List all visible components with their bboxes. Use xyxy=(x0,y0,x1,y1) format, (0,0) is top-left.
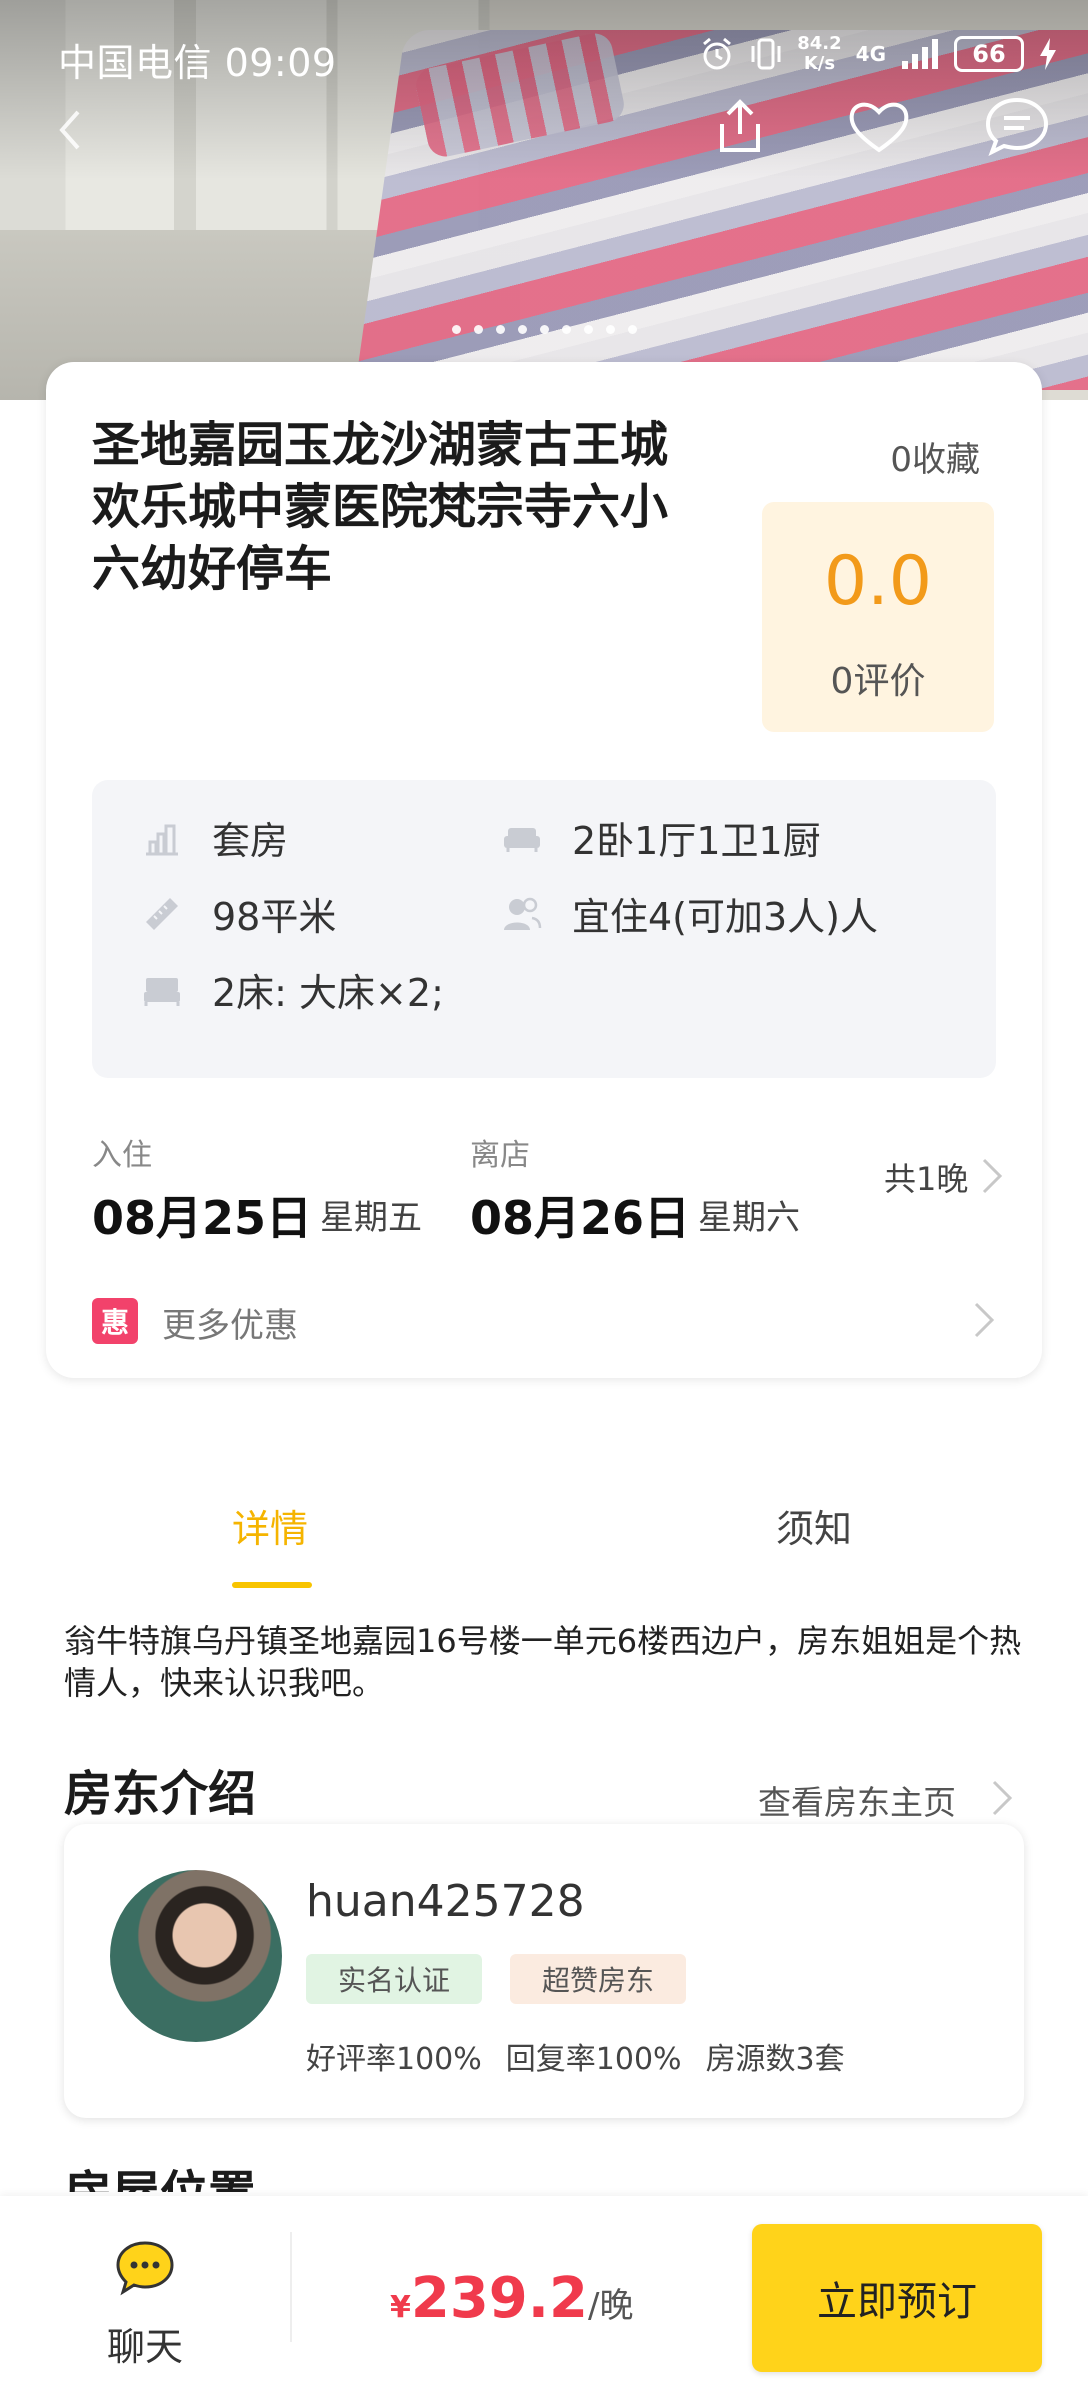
info-beds-text: 2床: 大床×2; xyxy=(212,971,444,1015)
people-icon xyxy=(504,897,542,930)
checkout-weekday: 星期六 xyxy=(698,1198,800,1238)
signal-icon xyxy=(902,39,938,69)
vibrate-icon xyxy=(751,38,781,70)
pagination-dot xyxy=(561,325,571,334)
chat-label: 聊天 xyxy=(106,2325,183,2369)
pagination-dot xyxy=(473,325,483,334)
chat-bubble-icon xyxy=(116,2241,174,2296)
good-rate: 好评率100% xyxy=(306,2042,482,2077)
listing-count: 房源数3套 xyxy=(705,2042,845,2077)
room-info-box: 套房 2卧1厅1卫1厨 98平米 宜住4(可加3人)人 2床: 大床×2; xyxy=(92,780,996,1078)
message-icon[interactable] xyxy=(984,96,1050,156)
chevron-right-icon[interactable] xyxy=(990,1778,1014,1818)
checkout-label: 离店 xyxy=(470,1138,530,1173)
bar-divider xyxy=(290,2232,292,2342)
view-host-page-link[interactable]: 查看房东主页 xyxy=(758,1776,956,1824)
building-icon xyxy=(146,824,178,855)
info-beds: 2床: 大床×2; xyxy=(142,962,444,1017)
info-area-text: 98平米 xyxy=(212,895,337,939)
info-rooms-text: 2卧1厅1卫1厨 xyxy=(572,819,821,863)
active-tab-indicator xyxy=(232,1582,312,1588)
gallery-pagination-dots xyxy=(0,325,1088,334)
pagination-dot xyxy=(451,325,461,334)
host-stats: 好评率100% 回复率100% 房源数3套 xyxy=(306,2034,845,2078)
ruler-icon xyxy=(146,897,178,930)
bottom-action-bar: 聊天 ¥ 239.2 /晚 立即预订 xyxy=(0,2196,1088,2400)
tab-details[interactable]: 详情 xyxy=(232,1498,308,1553)
pagination-dot xyxy=(539,325,549,334)
network-type: 4G xyxy=(855,42,886,66)
listing-title: 圣地嘉园玉龙沙湖蒙古王城欢乐城中蒙医院梵宗寺六小六幼好停车 xyxy=(92,417,669,597)
checkout-date[interactable]: 08月26日 xyxy=(470,1182,690,1248)
rating-box[interactable]: 0.0 0评价 xyxy=(762,502,994,732)
view-host-page-label: 查看房东主页 xyxy=(758,1783,956,1822)
info-capacity-text: 宜住4(可加3人)人 xyxy=(572,895,879,939)
back-arrow-icon[interactable] xyxy=(50,100,90,160)
checkin-label: 入住 xyxy=(92,1138,152,1173)
checkin-date[interactable]: 08月25日 xyxy=(92,1182,312,1248)
pagination-dot xyxy=(605,325,615,334)
status-icons: 84.2 K/s 4G 66 xyxy=(699,34,1058,74)
host-card[interactable]: huan425728 实名认证 超赞房东 好评率100% 回复率100% 房源数… xyxy=(64,1824,1024,2118)
rating-score: 0.0 xyxy=(823,542,933,621)
pagination-dot xyxy=(627,325,637,334)
charging-icon xyxy=(1040,38,1056,70)
favorites-count: 0收藏 xyxy=(890,440,980,480)
info-type-text: 套房 xyxy=(212,819,289,863)
bed-icon xyxy=(144,977,180,1006)
reply-rate: 回复率100% xyxy=(505,2042,682,2077)
pagination-dot xyxy=(495,325,505,334)
checkin-weekday: 星期五 xyxy=(320,1198,422,1238)
book-now-button[interactable]: 立即预订 xyxy=(752,2224,1042,2372)
nights-count: 共1晚 xyxy=(884,1160,969,1198)
alarm-icon xyxy=(703,37,732,70)
net-speed-unit: K/s xyxy=(803,53,836,74)
carrier-time: 中国电信 09:09 xyxy=(58,41,337,85)
pagination-dot xyxy=(517,325,527,334)
listing-description: 翁牛特旗乌丹镇圣地嘉园16号楼一单元6楼西边户，房东姐姐是个热情人，快来认识我吧… xyxy=(64,1622,1022,1702)
battery-level: 66 xyxy=(972,40,1006,68)
host-avatar[interactable] xyxy=(110,1870,282,2042)
info-type: 套房 xyxy=(142,810,288,865)
info-capacity: 宜住4(可加3人)人 xyxy=(502,886,878,941)
pagination-dot xyxy=(583,325,593,334)
battery-icon: 66 xyxy=(954,36,1024,72)
sofa-icon xyxy=(504,827,540,852)
chat-button[interactable]: 聊天 xyxy=(90,2240,200,2369)
host-name: huan425728 xyxy=(306,1876,585,1927)
info-rooms: 2卧1厅1卫1厨 xyxy=(502,810,821,865)
superhost-badge: 超赞房东 xyxy=(510,1954,687,2004)
deal-badge-icon: 惠 xyxy=(92,1298,138,1344)
net-speed: 84.2 K/s xyxy=(797,34,841,74)
currency-symbol: ¥ xyxy=(390,2290,411,2325)
chevron-right-icon[interactable] xyxy=(980,1156,1004,1196)
price-unit: /晚 xyxy=(588,2286,634,2326)
share-icon[interactable] xyxy=(712,96,768,156)
listing-photo-gallery[interactable]: 中国电信 09:09 84.2 K/s 4G 66 xyxy=(0,0,1088,400)
price-display: ¥ 239.2 /晚 xyxy=(390,2266,633,2331)
price-amount: 239.2 xyxy=(410,2266,589,2331)
chevron-right-icon[interactable] xyxy=(972,1300,996,1340)
tab-notice[interactable]: 须知 xyxy=(776,1498,852,1553)
net-speed-value: 84.2 xyxy=(797,33,842,54)
rating-count: 0评价 xyxy=(830,661,926,702)
more-deals-label: 更多优惠 xyxy=(162,1306,298,1346)
info-area: 98平米 xyxy=(142,886,336,941)
verified-badge: 实名认证 xyxy=(306,1954,483,2004)
location-section-title: 房屋位置 xyxy=(64,2164,256,2192)
host-section-title: 房东介绍 xyxy=(64,1766,257,1822)
top-action-bar xyxy=(0,90,1088,170)
listing-summary-card: 圣地嘉园玉龙沙湖蒙古王城欢乐城中蒙医院梵宗寺六小六幼好停车 0收藏 0.0 0评… xyxy=(46,362,1042,1378)
favorite-heart-icon[interactable] xyxy=(846,96,912,156)
